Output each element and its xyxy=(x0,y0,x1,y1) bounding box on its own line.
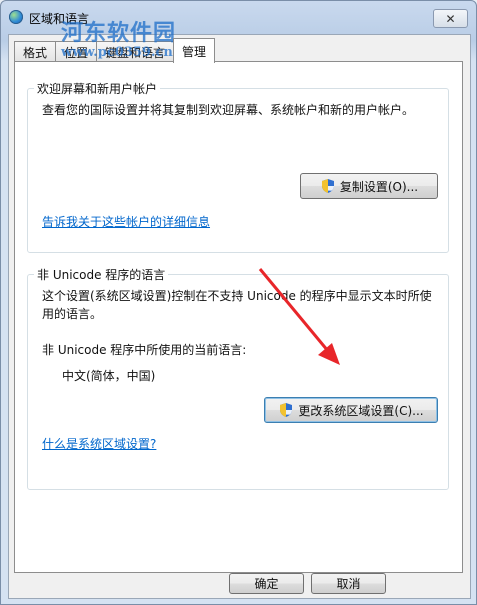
current-language-value: 中文(简体，中国) xyxy=(62,369,156,383)
tab-administrative[interactable]: 管理 xyxy=(173,38,216,63)
change-system-locale-button[interactable]: 更改系统区域设置(C)... xyxy=(264,397,438,423)
current-language-label: 非 Unicode 程序中所使用的当前语言: xyxy=(42,343,247,357)
non-unicode-description-line2: 用的语言。 xyxy=(42,307,103,321)
dialog-client-area: 格式 位置 键盘和语言 管理 欢迎屏幕和新用户帐户 查看您的国际设置并将其复制到… xyxy=(8,34,471,599)
cancel-button[interactable]: 取消 xyxy=(311,573,386,594)
uac-shield-icon xyxy=(280,403,293,417)
tab-panel-administrative: 欢迎屏幕和新用户帐户 查看您的国际设置并将其复制到欢迎屏幕、系统帐户和新的用户帐… xyxy=(14,61,463,573)
non-unicode-description-line1: 这个设置(系统区域设置)控制在不支持 Unicode 的程序中显示文本时所使 xyxy=(42,289,432,303)
globe-icon xyxy=(9,10,23,24)
system-locale-help-link[interactable]: 什么是系统区域设置? xyxy=(42,435,156,453)
account-info-link[interactable]: 告诉我关于这些帐户的详细信息 xyxy=(42,213,210,231)
copy-settings-button[interactable]: 复制设置(O)... xyxy=(300,173,438,199)
welcome-description: 查看您的国际设置并将其复制到欢迎屏幕、系统帐户和新的用户帐户。 xyxy=(42,103,415,117)
tab-formats[interactable]: 格式 xyxy=(14,41,57,62)
ok-button[interactable]: 确定 xyxy=(229,573,304,594)
non-unicode-group-title: 非 Unicode 程序的语言 xyxy=(34,266,169,283)
change-system-locale-label: 更改系统区域设置(C)... xyxy=(298,403,424,418)
welcome-group-title: 欢迎屏幕和新用户帐户 xyxy=(34,80,161,97)
uac-shield-icon xyxy=(321,179,334,193)
copy-settings-label: 复制设置(O)... xyxy=(339,179,419,194)
dialog-window: 区域和语言 ✕ 格式 位置 键盘和语言 管理 欢迎屏幕和新用户帐户 查看您的国际… xyxy=(0,0,477,605)
welcome-screen-group: 欢迎屏幕和新用户帐户 查看您的国际设置并将其复制到欢迎屏幕、系统帐户和新的用户帐… xyxy=(27,80,449,253)
watermark-logo: 河东软件园 xyxy=(61,20,177,46)
non-unicode-group: 非 Unicode 程序的语言 这个设置(系统区域设置)控制在不支持 Unico… xyxy=(27,266,449,490)
close-button[interactable]: ✕ xyxy=(433,9,468,28)
watermark-url: www.pc0359.cn xyxy=(61,45,173,60)
